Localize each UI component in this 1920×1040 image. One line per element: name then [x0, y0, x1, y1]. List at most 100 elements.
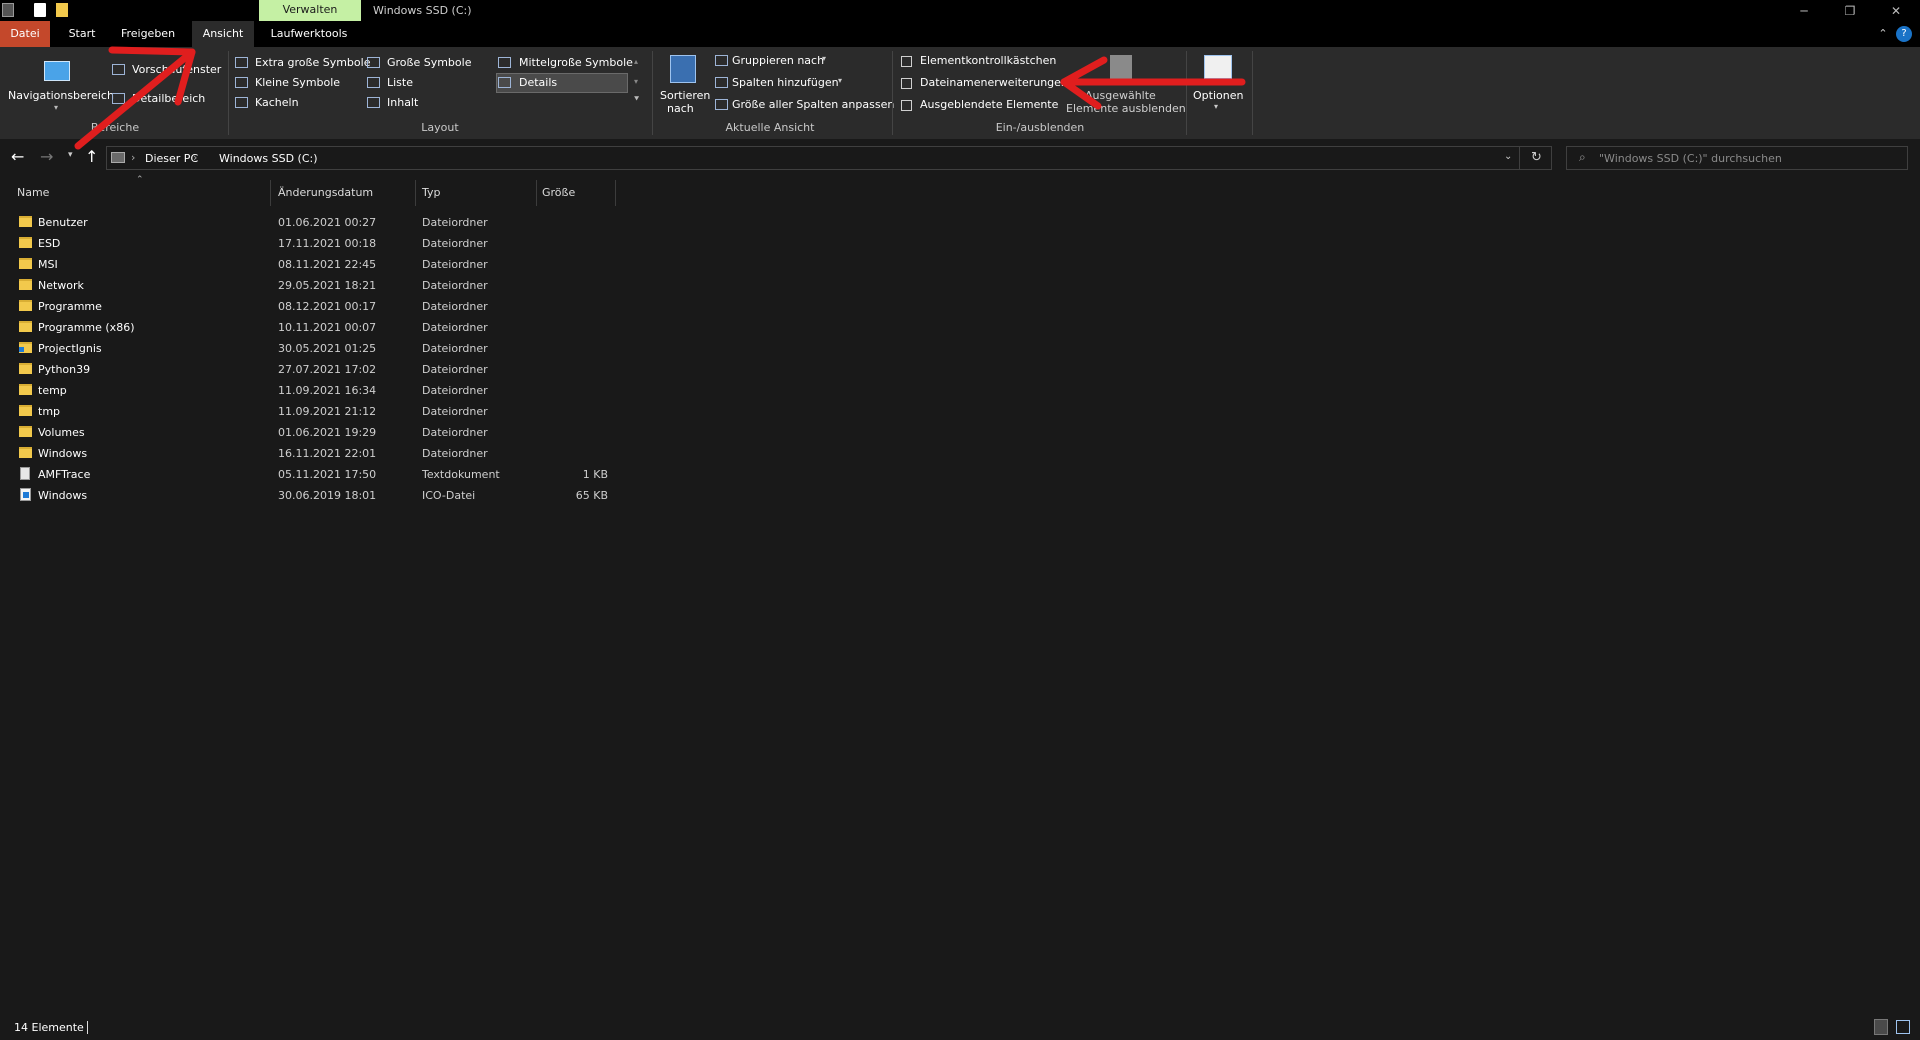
new-folder-icon[interactable]: [56, 3, 68, 17]
file-row[interactable]: ProjectIgnis 30.05.2021 01:25 Dateiordne…: [0, 338, 620, 359]
sort-icon[interactable]: [670, 55, 696, 83]
hidden-items-checkbox[interactable]: [901, 100, 912, 111]
column-name[interactable]: Name: [17, 180, 49, 206]
layout-tiles[interactable]: Kacheln: [255, 96, 299, 109]
breadcrumb-dieser-pc[interactable]: Dieser PC: [145, 152, 198, 165]
tab-datei[interactable]: Datei: [0, 21, 50, 47]
column-resize-handle[interactable]: [615, 180, 616, 206]
sort-ascending-icon: ⌃: [136, 175, 144, 185]
help-icon[interactable]: ?: [1896, 26, 1912, 42]
breadcrumb-separator-icon[interactable]: ›: [193, 151, 197, 164]
large-icons-view-icon[interactable]: [1896, 1020, 1910, 1034]
hide-selected-button-line2[interactable]: Elemente ausblenden: [1066, 102, 1186, 115]
tab-laufwerktools[interactable]: Laufwerktools: [262, 21, 356, 47]
file-row[interactable]: ESD 17.11.2021 00:18 Dateiordner: [0, 233, 620, 254]
column-resize-handle[interactable]: [270, 180, 271, 206]
details-pane-button[interactable]: Detailbereich: [132, 92, 205, 105]
file-date: 08.11.2021 22:45: [278, 258, 377, 271]
sort-by-button-line2[interactable]: nach: [667, 102, 694, 115]
file-date: 10.11.2021 00:07: [278, 321, 377, 334]
column-size[interactable]: Größe: [542, 180, 575, 206]
details-view-icon[interactable]: [1874, 1019, 1888, 1035]
layout-details[interactable]: Details: [519, 76, 557, 89]
file-name: tmp: [38, 405, 61, 418]
column-date[interactable]: Änderungsdatum: [278, 180, 373, 206]
preview-pane-button[interactable]: Vorschaufenster: [132, 63, 221, 76]
tab-start[interactable]: Start: [60, 21, 104, 47]
file-row[interactable]: temp 11.09.2021 16:34 Dateiordner: [0, 380, 620, 401]
recent-locations-icon[interactable]: ▾: [68, 150, 73, 160]
properties-icon[interactable]: [34, 3, 46, 17]
address-bar[interactable]: › Dieser PC › Windows SSD (C:) ⌄ ↻: [106, 146, 1552, 170]
file-row[interactable]: Python39 27.07.2021 17:02 Dateiordner: [0, 359, 620, 380]
file-row[interactable]: AMFTrace 05.11.2021 17:50 Textdokument 1…: [0, 464, 620, 485]
navigation-pane-icon[interactable]: [44, 61, 70, 81]
chevron-down-icon[interactable]: ▾: [54, 103, 58, 112]
minimize-icon[interactable]: ─: [1784, 2, 1824, 20]
hide-selected-icon[interactable]: [1110, 55, 1132, 81]
layout-content[interactable]: Inhalt: [387, 96, 418, 109]
layout-list[interactable]: Liste: [387, 76, 413, 89]
restore-icon[interactable]: ❐: [1830, 2, 1870, 20]
file-row[interactable]: Programme (x86) 10.11.2021 00:07 Dateior…: [0, 317, 620, 338]
preview-pane-icon: [112, 64, 125, 75]
file-row[interactable]: MSI 08.11.2021 22:45 Dateiordner: [0, 254, 620, 275]
file-name: temp: [38, 384, 67, 397]
file-row[interactable]: tmp 11.09.2021 21:12 Dateiordner: [0, 401, 620, 422]
address-dropdown-icon[interactable]: ⌄: [1504, 151, 1512, 162]
tab-ansicht[interactable]: Ansicht: [192, 21, 254, 47]
up-arrow-icon[interactable]: ↑: [85, 147, 98, 166]
item-checkboxes-checkbox[interactable]: [901, 56, 912, 67]
column-resize-handle[interactable]: [415, 180, 416, 206]
file-row[interactable]: Windows 30.06.2019 18:01 ICO-Datei 65 KB: [0, 485, 620, 506]
column-resize-handle[interactable]: [536, 180, 537, 206]
chevron-down-icon[interactable]: ▾: [1214, 102, 1218, 111]
ribbon-collapse-icon[interactable]: ⌃: [1876, 21, 1890, 47]
file-row[interactable]: Programme 08.12.2021 00:17 Dateiordner: [0, 296, 620, 317]
file-name: Programme (x86): [38, 321, 135, 334]
folder-icon: [19, 258, 32, 269]
options-button[interactable]: Optionen: [1193, 89, 1243, 102]
add-columns-button[interactable]: Spalten hinzufügen: [732, 76, 839, 89]
layout-scroll-down-icon[interactable]: ▾: [634, 77, 638, 86]
close-icon[interactable]: ✕: [1876, 2, 1916, 20]
group-separator: [892, 51, 893, 135]
layout-medium-icons[interactable]: Mittelgroße Symbole: [519, 56, 633, 69]
chevron-down-icon[interactable]: ▾: [822, 54, 826, 63]
layout-large-icons[interactable]: Große Symbole: [387, 56, 471, 69]
tab-freigeben[interactable]: Freigeben: [112, 21, 184, 47]
layout-scroll-up-icon[interactable]: ▴: [634, 57, 638, 66]
folder-icon: [19, 237, 32, 248]
layout-extra-large-icons[interactable]: Extra große Symbole: [255, 56, 370, 69]
file-type: Dateiordner: [422, 342, 488, 355]
file-extensions-checkbox[interactable]: [901, 78, 912, 89]
breadcrumb-separator-icon[interactable]: ›: [131, 151, 135, 164]
column-type[interactable]: Typ: [422, 180, 441, 206]
breadcrumb-drive[interactable]: Windows SSD (C:): [219, 152, 318, 165]
forward-arrow-icon[interactable]: →: [40, 147, 53, 166]
size-all-columns-button[interactable]: Größe aller Spalten anpassen: [732, 98, 894, 111]
back-arrow-icon[interactable]: ←: [11, 147, 24, 166]
file-date: 29.05.2021 18:21: [278, 279, 377, 292]
navigation-pane-button[interactable]: Navigationsbereich: [8, 89, 114, 102]
file-row[interactable]: Network 29.05.2021 18:21 Dateiordner: [0, 275, 620, 296]
layout-details-selected[interactable]: [496, 73, 628, 93]
group-separator: [228, 51, 229, 135]
options-icon[interactable]: [1204, 55, 1232, 79]
details-pane-icon: [112, 93, 125, 104]
sort-by-button[interactable]: Sortieren: [660, 89, 710, 102]
layout-small-icons[interactable]: Kleine Symbole: [255, 76, 340, 89]
file-row[interactable]: Windows 16.11.2021 22:01 Dateiordner: [0, 443, 620, 464]
drive-icon[interactable]: [2, 3, 14, 17]
layout-expand-icon[interactable]: ⯆: [633, 95, 640, 105]
column-header: Name ⌃ Änderungsdatum Typ Größe: [0, 175, 1920, 206]
file-row[interactable]: Volumes 01.06.2021 19:29 Dateiordner: [0, 422, 620, 443]
file-row[interactable]: Benutzer 01.06.2021 00:27 Dateiordner: [0, 212, 620, 233]
hide-selected-button[interactable]: Ausgewählte: [1085, 89, 1156, 102]
group-by-button[interactable]: Gruppieren nach: [732, 54, 824, 67]
add-columns-icon: [715, 77, 728, 88]
chevron-down-icon[interactable]: ▾: [838, 76, 842, 85]
search-input[interactable]: ⌕ "Windows SSD (C:)" durchsuchen: [1566, 146, 1908, 170]
tab-verwalten[interactable]: Verwalten: [259, 0, 361, 21]
refresh-icon[interactable]: ↻: [1531, 150, 1542, 165]
